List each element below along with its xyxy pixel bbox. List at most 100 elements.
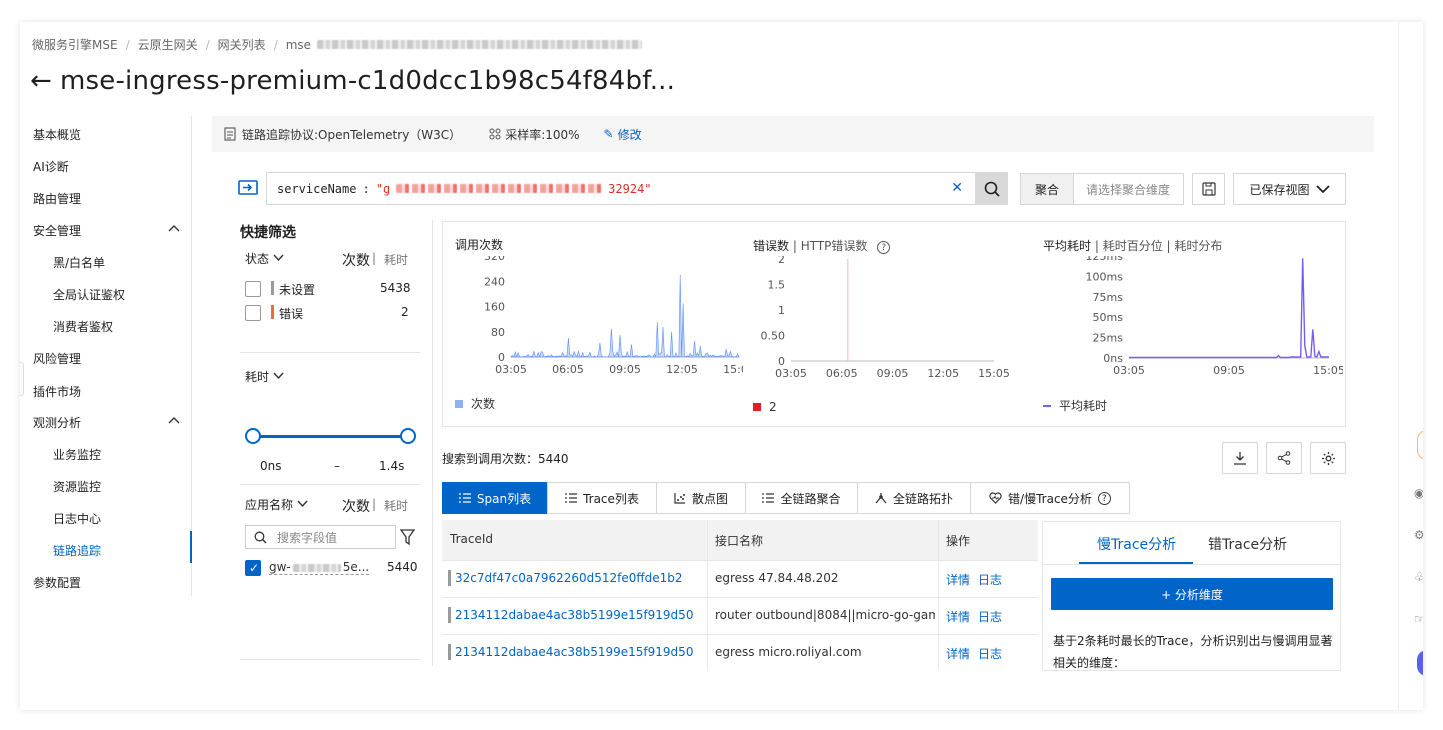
y-tick-label: 1.5 [768,279,786,292]
status-filter-label[interactable]: 状态 [245,250,269,267]
settings-button[interactable] [1310,442,1346,474]
calls-legend[interactable]: 次数 [455,395,495,412]
filter-icon[interactable] [400,529,415,545]
breadcrumb-item[interactable]: 网关列表 [218,36,266,53]
duration-range-sep: – [334,459,340,473]
duration-slider-max-handle[interactable] [400,428,416,444]
breadcrumb-item[interactable]: 微服务引擎MSE [32,36,118,53]
duration-sort-label[interactable]: 耗时 [384,497,408,514]
chevron-up-icon[interactable] [168,224,180,232]
sidebar-item-ai-diagnosis[interactable]: AI诊断 [33,158,69,175]
status-checkbox-unset[interactable] [245,281,261,297]
share-button[interactable] [1266,442,1302,474]
edit-icon[interactable]: ✎ [604,127,614,141]
y-tick-label: 320 [484,256,505,263]
chart-tab-errors[interactable]: 错误数 [753,239,789,253]
aggregate-select[interactable]: 请选择聚合维度 [1073,173,1184,205]
sampling-text: 采样率:100% [505,127,580,142]
chevron-down-icon[interactable] [273,372,284,379]
protocol-text: 链路追踪协议:OpenTelemetry（W3C） [242,127,462,142]
duration-slider-min-handle[interactable] [245,428,261,444]
tab-span-list[interactable]: Span列表 [442,482,548,514]
log-link[interactable]: 日志 [978,571,1002,588]
chart-tab-avg-latency[interactable]: 平均耗时 [1043,239,1091,253]
chevron-up-icon[interactable] [168,416,180,424]
app-search-input[interactable]: 搜索字段值 [245,525,396,549]
legend-swatch [455,399,463,408]
saved-views-dropdown[interactable]: 已保存视图 [1233,173,1346,205]
trace-id-link[interactable]: 32c7df47c0a7962260d512fe0ffde1b2 [455,571,683,585]
sidebar-item-resource-monitor[interactable]: 资源监控 [53,478,101,495]
help-icon[interactable]: ? [1097,491,1111,505]
sidebar-item-blacklist[interactable]: 黑/白名单 [53,254,105,271]
add-dimension-button[interactable]: + 分析维度 [1051,578,1333,610]
tab-trace-list[interactable]: Trace列表 [547,482,657,514]
chevron-down-icon[interactable] [297,500,308,507]
chart-tab-http-errors[interactable]: HTTP错误数 [801,239,868,253]
sidebar-item-log-center[interactable]: 日志中心 [53,510,101,527]
sidebar-item-global-auth[interactable]: 全局认证鉴权 [53,286,125,303]
tab-scatter[interactable]: 散点图 [656,482,746,514]
support-icon[interactable]: ☞ [1414,612,1423,628]
duration-slider-track[interactable] [252,435,408,438]
tab-full-chain-topology[interactable]: 全链路拓扑 [857,482,971,514]
app-checkbox[interactable]: ✓ [245,560,261,576]
feedback-icon[interactable]: ◉ [1414,486,1423,502]
tab-slow-trace[interactable]: 慢Trace分析 [1097,534,1176,554]
trace-id-link[interactable]: 2134112dabae4ac38b5199e15f919d50 [455,608,693,622]
count-sort-label[interactable]: 次数 [342,496,370,516]
search-button[interactable] [975,172,1008,205]
detail-link[interactable]: 详情 [946,571,970,588]
sidebar-item-consumer-auth[interactable]: 消费者鉴权 [53,318,113,335]
query-mode-icon[interactable] [238,179,258,197]
status-checkbox-error[interactable] [245,305,261,321]
sidebar-item-security[interactable]: 安全管理 [33,222,183,239]
help-icon[interactable]: ? [877,241,891,254]
clear-icon[interactable]: ✕ [951,180,963,196]
api-name: egress micro.roliyal.com [715,645,862,659]
log-link[interactable]: 日志 [978,608,1002,625]
query-input[interactable]: serviceName : "g 32924" ✕ [266,172,1008,205]
chart-tab-distribution[interactable]: 耗时分布 [1174,239,1222,253]
sidebar-item-tracing[interactable]: 链路追踪 [53,542,101,559]
tab-full-chain-aggregate[interactable]: 全链路聚合 [745,482,858,514]
column-header-traceid[interactable]: TraceId [450,532,493,546]
sidebar-item-risk[interactable]: 风险管理 [33,350,81,367]
collapse-handle[interactable] [20,362,24,396]
chevron-down-icon[interactable] [273,254,284,261]
app-filter-label[interactable]: 应用名称 [245,496,293,513]
latency-legend[interactable]: 平均耗时 [1043,397,1107,414]
assistant-icon[interactable] [1417,430,1423,460]
duration-filter-label[interactable]: 耗时 [245,368,269,385]
back-arrow-icon[interactable]: ← [30,66,52,96]
breadcrumb-item[interactable]: 云原生网关 [138,36,198,53]
sidebar-item-observability[interactable]: 观测分析 [33,414,81,431]
trace-id-link[interactable]: 2134112dabae4ac38b5199e15f919d50 [455,645,693,659]
save-view-button[interactable] [1192,173,1225,205]
chart-tab-percentile[interactable]: 耗时百分位 [1103,239,1163,253]
calls-chart: 32024016080003:0506:0509:0512:0515:05 [484,256,743,376]
sidebar-item-plugins[interactable]: 插件市场 [33,383,81,400]
detail-link[interactable]: 详情 [946,608,970,625]
sidebar-item-overview[interactable]: 基本概览 [33,126,81,143]
bell-icon[interactable]: ♧ [1414,570,1423,586]
column-header-api[interactable]: 接口名称 [715,532,763,549]
sidebar-item-business-monitor[interactable]: 业务监控 [53,446,101,463]
share-icon [1277,451,1291,465]
save-icon [1201,182,1216,196]
gear-icon[interactable]: ⚙ [1414,528,1423,544]
tab-error-trace[interactable]: 错Trace分析 [1208,534,1287,554]
sidebar-item-routing[interactable]: 路由管理 [33,190,81,207]
sidebar-item-params[interactable]: 参数配置 [33,574,81,591]
download-button[interactable] [1222,442,1258,474]
errors-legend[interactable]: 2 [753,400,777,414]
log-link[interactable]: 日志 [978,645,1002,662]
count-sort-label[interactable]: 次数 [342,250,370,270]
detail-link[interactable]: 详情 [946,645,970,662]
tab-error-slow-analysis[interactable]: 错/慢Trace分析 ? [970,482,1130,514]
duration-sort-label[interactable]: 耗时 [384,251,408,268]
saved-views-label: 已保存视图 [1249,182,1310,197]
edit-link[interactable]: 修改 [618,126,642,143]
app-item-label[interactable]: gw- 5e... [269,560,370,575]
ai-assistant-icon[interactable] [1417,650,1423,676]
